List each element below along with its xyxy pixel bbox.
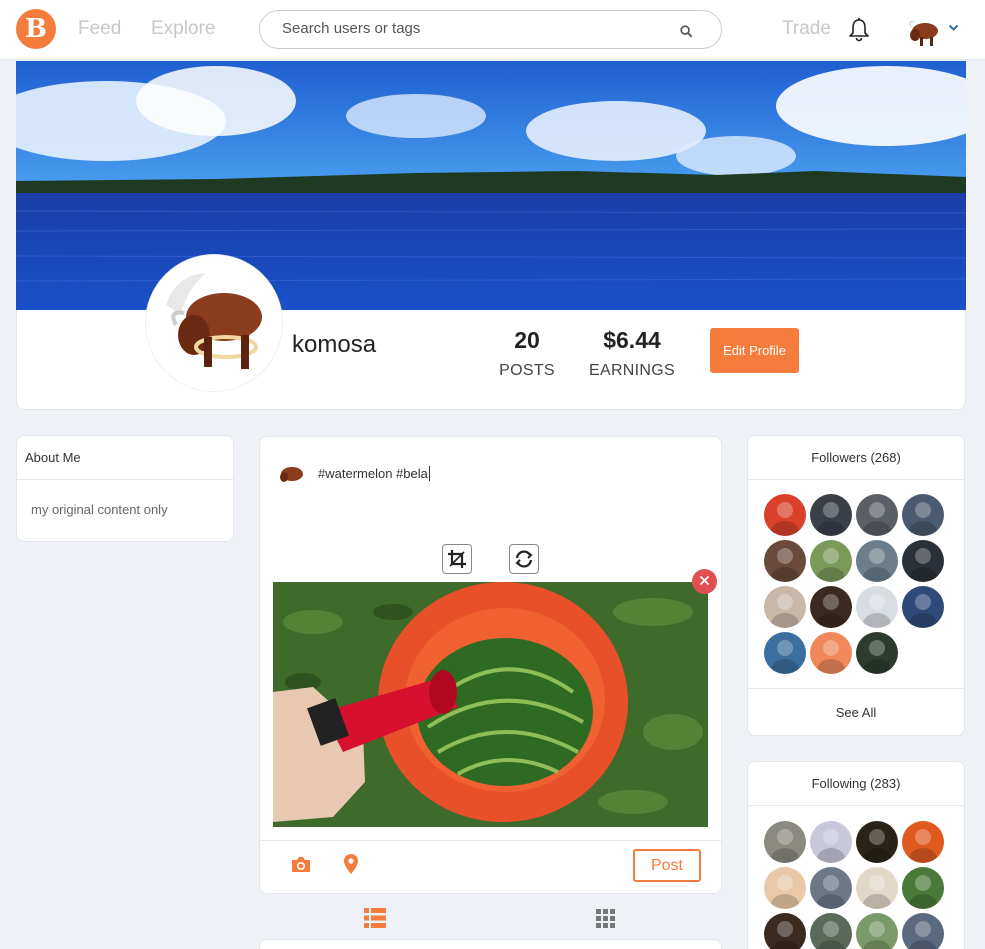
follower-avatar[interactable] xyxy=(902,540,944,582)
grid-view-icon[interactable] xyxy=(596,909,615,928)
earnings-value: $6.44 xyxy=(603,327,661,353)
follower-avatar[interactable] xyxy=(764,632,806,674)
about-text: my original content only xyxy=(31,502,168,517)
composer-avatar xyxy=(274,457,306,489)
text-caret xyxy=(428,466,430,481)
top-nav: B Feed Explore Trade xyxy=(0,0,985,60)
follower-avatar[interactable] xyxy=(856,632,898,674)
following-avatar[interactable] xyxy=(856,913,898,949)
crop-button[interactable] xyxy=(442,544,472,574)
following-avatar[interactable] xyxy=(902,867,944,909)
post-button[interactable]: Post xyxy=(633,849,701,882)
close-icon xyxy=(699,575,710,586)
refresh-icon xyxy=(515,550,533,568)
follower-avatar[interactable] xyxy=(764,494,806,536)
profile-avatar[interactable] xyxy=(146,255,282,391)
follower-avatar[interactable] xyxy=(810,494,852,536)
see-all-link[interactable]: See All xyxy=(748,688,964,736)
follower-avatar[interactable] xyxy=(764,586,806,628)
following-avatar[interactable] xyxy=(764,821,806,863)
rotate-button[interactable] xyxy=(509,544,539,574)
following-avatar[interactable] xyxy=(764,867,806,909)
follower-avatar[interactable] xyxy=(856,586,898,628)
nav-feed[interactable]: Feed xyxy=(78,18,121,40)
follower-avatar[interactable] xyxy=(810,586,852,628)
chevron-down-icon[interactable] xyxy=(948,24,959,32)
following-avatar[interactable] xyxy=(810,821,852,863)
followers-title: Followers (268) xyxy=(748,436,964,480)
follower-avatar[interactable] xyxy=(856,540,898,582)
crop-icon xyxy=(448,550,466,568)
feed-card-peek xyxy=(259,939,722,949)
logo-icon[interactable]: B xyxy=(16,9,56,49)
about-title: About Me xyxy=(17,436,233,480)
attached-photo xyxy=(273,582,708,827)
search-input[interactable] xyxy=(282,20,662,37)
search-box[interactable] xyxy=(259,10,722,49)
camera-icon[interactable] xyxy=(290,855,312,874)
bell-icon[interactable] xyxy=(848,17,870,42)
composer-divider xyxy=(260,840,721,841)
following-avatar[interactable] xyxy=(810,867,852,909)
composer-text: #watermelon #bela xyxy=(318,466,428,481)
profile-banner xyxy=(16,61,966,310)
nav-explore[interactable]: Explore xyxy=(151,18,215,40)
follower-avatar[interactable] xyxy=(764,540,806,582)
edit-profile-button[interactable]: Edit Profile xyxy=(710,328,799,373)
profile-username: komosa xyxy=(292,331,377,358)
follower-avatar[interactable] xyxy=(856,494,898,536)
location-icon[interactable] xyxy=(343,853,359,875)
following-avatar[interactable] xyxy=(902,913,944,949)
follower-avatar[interactable] xyxy=(902,494,944,536)
follower-avatar[interactable] xyxy=(810,632,852,674)
list-view-icon[interactable] xyxy=(364,908,386,928)
remove-photo-button[interactable] xyxy=(692,569,717,594)
nav-trade[interactable]: Trade xyxy=(782,18,831,40)
following-avatar[interactable] xyxy=(764,913,806,949)
following-avatar[interactable] xyxy=(856,867,898,909)
user-avatar[interactable] xyxy=(903,10,943,50)
following-avatar[interactable] xyxy=(810,913,852,949)
follower-avatar[interactable] xyxy=(810,540,852,582)
following-title: Following (283) xyxy=(748,762,964,806)
following-avatar[interactable] xyxy=(856,821,898,863)
posts-count: 20 xyxy=(514,327,540,353)
follower-avatar[interactable] xyxy=(902,586,944,628)
following-avatar[interactable] xyxy=(902,821,944,863)
earnings-label: EARNINGS xyxy=(589,362,675,379)
search-icon[interactable] xyxy=(680,25,693,38)
posts-label: POSTS xyxy=(499,362,555,379)
composer-input[interactable]: #watermelon #bela xyxy=(318,466,430,481)
about-card: About Me my original content only xyxy=(16,435,234,542)
